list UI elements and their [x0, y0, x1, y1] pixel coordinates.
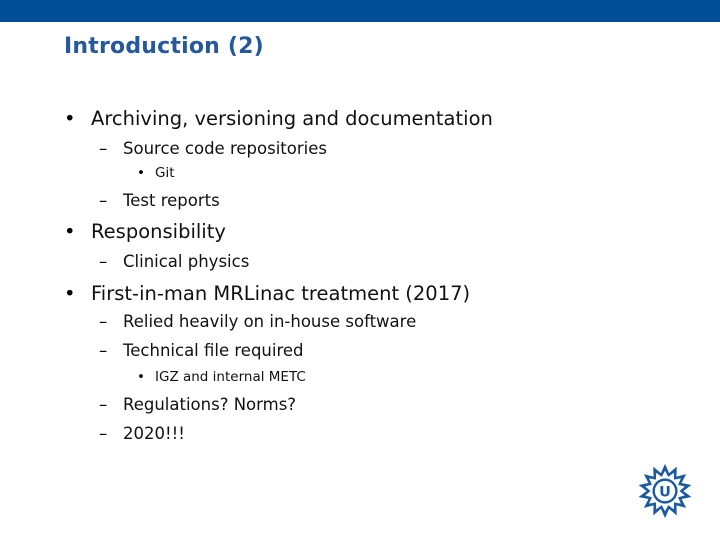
sub-bullet-item: Relied heavily on in-house software — [123, 312, 417, 331]
bullet-marker: • — [64, 107, 76, 130]
sub-sub-bullet-item: IGZ and internal METC — [155, 369, 306, 385]
sub-bullet-item: Regulations? Norms? — [123, 395, 297, 414]
bullet-item: Responsibility — [91, 220, 226, 243]
sub-bullet-item: Source code repositories — [123, 139, 327, 158]
sub-sub-bullet-marker: • — [137, 369, 145, 385]
sub-bullet-marker: – — [99, 191, 108, 210]
sub-sub-bullet-item: Git — [155, 165, 175, 181]
sub-bullet-marker: – — [99, 341, 108, 360]
sub-bullet-marker: – — [99, 252, 108, 271]
bullet-item: Archiving, versioning and documentation — [91, 107, 493, 130]
header-bar — [0, 0, 720, 22]
sub-bullet-item: Technical file required — [123, 341, 304, 360]
sub-bullet-item: 2020!!! — [123, 424, 185, 443]
bullet-item: First-in-man MRLinac treatment (2017) — [91, 282, 471, 305]
sub-bullet-marker: – — [99, 395, 108, 414]
slide-title: Introduction (2) — [64, 34, 264, 59]
bullet-marker: • — [64, 282, 76, 305]
logo-letter: U — [659, 484, 671, 500]
sub-bullet-marker: – — [99, 139, 108, 158]
university-sun-logo-icon: U — [638, 463, 692, 519]
sub-bullet-item: Clinical physics — [123, 252, 250, 271]
sub-bullet-marker: – — [99, 424, 108, 443]
bullet-marker: • — [64, 220, 76, 243]
slide: Introduction (2) • Archiving, versioning… — [0, 0, 720, 540]
sub-bullet-item: Test reports — [123, 191, 220, 210]
sub-sub-bullet-marker: • — [137, 165, 145, 181]
sub-bullet-marker: – — [99, 312, 108, 331]
